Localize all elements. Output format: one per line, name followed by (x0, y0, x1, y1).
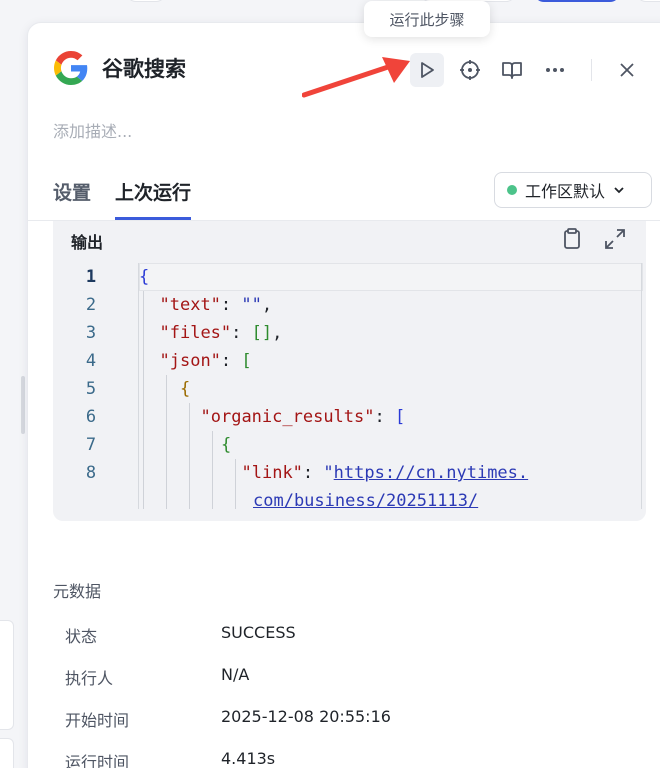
meta-value-start-time: 2025-12-08 20:55:16 (221, 707, 391, 726)
node-detail-panel: 谷歌搜索 运行此步骤 添加描述... 设置 上次运行 工作区默认 输出 1 {… (27, 1, 660, 768)
meta-value-executor: N/A (221, 665, 250, 684)
meta-label-start-time: 开始时间 (65, 711, 130, 730)
canvas-node-fragment (0, 738, 14, 768)
line-number: 5 (85, 379, 97, 399)
close-panel-button[interactable] (610, 53, 644, 87)
canvas-button-fragment (534, 0, 620, 2)
tab-bar: 设置 上次运行 (53, 178, 192, 220)
canvas-node-fragment (126, 0, 166, 2)
more-horizontal-icon (546, 68, 564, 72)
line-number: 3 (85, 323, 97, 343)
workspace-select[interactable]: 工作区默认 (494, 172, 652, 208)
output-label: 输出 (71, 233, 104, 252)
current-line-highlight (139, 263, 643, 291)
run-step-tooltip: 运行此步骤 (364, 1, 490, 37)
code-text: com/business/20251113/ (253, 491, 479, 509)
line-number: 4 (85, 351, 97, 371)
locate-node-button[interactable] (453, 53, 487, 87)
workspace-label: 工作区默认 (525, 182, 606, 201)
code-text: "json": [ (159, 351, 252, 371)
output-section: 输出 1 {2 "text": "", 3 "files": [], 4 "json"… (53, 221, 646, 521)
line-number: 8 (85, 463, 97, 483)
code-text: "text": "", (159, 295, 273, 315)
tab-settings[interactable]: 设置 (53, 178, 91, 220)
book-icon (502, 62, 522, 79)
meta-label-status: 状态 (65, 627, 98, 646)
clipboard-icon[interactable] (560, 227, 584, 251)
code-scroll-track[interactable] (641, 263, 642, 509)
crosshair-icon (460, 60, 480, 80)
close-icon (620, 63, 634, 77)
code-text: "organic_results": [ (200, 407, 406, 427)
meta-value-status: SUCCESS (221, 623, 296, 642)
code-text: { (139, 267, 150, 287)
meta-label-duration: 运行时间 (65, 753, 130, 768)
toolbar-divider (591, 59, 592, 81)
panel-header: 谷歌搜索 (54, 51, 186, 85)
node-title: 谷歌搜索 (102, 57, 186, 81)
docs-button[interactable] (495, 53, 529, 87)
line-number: 6 (85, 407, 97, 427)
code-text: "files": [], (159, 323, 283, 343)
json-code-viewer[interactable]: 1 {2 "text": "", 3 "files": [], 4 "json": [… (71, 263, 643, 509)
annotation-arrow-icon (302, 57, 410, 98)
workspace-status-dot (507, 185, 517, 195)
google-logo-icon (54, 51, 88, 85)
code-text: { (180, 379, 191, 399)
canvas-resize-handle[interactable] (21, 376, 25, 434)
canvas-node-fragment (0, 620, 14, 730)
tab-last-run[interactable]: 上次运行 (115, 178, 192, 220)
line-number: 7 (85, 435, 97, 455)
meta-label-executor: 执行人 (65, 669, 114, 688)
metadata-title: 元数据 (53, 582, 102, 601)
description-input[interactable]: 添加描述... (53, 118, 132, 142)
line-number: 1 (85, 267, 97, 287)
more-options-button[interactable] (538, 53, 572, 87)
meta-value-duration: 4.413s (221, 749, 276, 768)
line-number: 2 (85, 295, 97, 315)
code-text: "link": "https://cn.nytimes. (241, 463, 529, 483)
canvas-node-fragment (636, 0, 660, 2)
expand-icon[interactable] (603, 227, 627, 251)
code-text: { (221, 435, 232, 455)
chevron-down-icon (614, 187, 624, 194)
